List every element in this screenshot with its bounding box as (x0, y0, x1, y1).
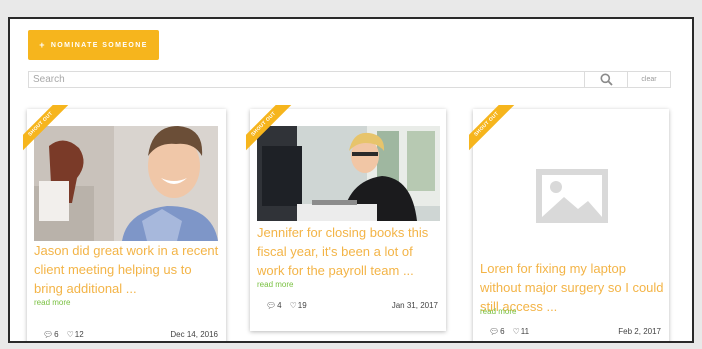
heart-icon[interactable]: ♡ (513, 327, 520, 336)
search-input[interactable] (29, 72, 584, 87)
shout-out-ribbon: SHOUT OUT (469, 105, 521, 157)
search-button[interactable] (584, 72, 627, 87)
shout-out-card[interactable]: SHOUT OUT Jennifer for closing books thi… (246, 105, 446, 331)
comment-icon[interactable]: 💬︎ (489, 327, 499, 336)
nominate-someone-button[interactable]: + NOMINATE SOMEONE (28, 30, 159, 60)
read-more-link[interactable]: read more (34, 298, 70, 307)
shout-out-ribbon: SHOUT OUT (23, 105, 75, 157)
comment-count: 4 (277, 301, 282, 310)
card-meta: 💬︎ 6 ♡ 12 Dec 14, 2016 (43, 330, 218, 339)
plus-icon: + (39, 40, 46, 50)
comment-count: 6 (54, 330, 59, 339)
card-date: Dec 14, 2016 (170, 330, 218, 339)
heart-icon[interactable]: ♡ (290, 301, 297, 310)
shout-out-card[interactable]: SHOUT OUT Loren for fixing my laptop wit… (469, 105, 669, 341)
read-more-link[interactable]: read more (257, 280, 293, 289)
like-count: 19 (297, 301, 307, 310)
read-more-link[interactable]: read more (480, 307, 516, 316)
card-description: Jason did great work in a recent client … (34, 243, 219, 296)
clear-button[interactable]: clear (627, 72, 670, 87)
card-meta: 💬︎ 6 ♡ 11 Feb 2, 2017 (489, 327, 661, 336)
card-date: Feb 2, 2017 (618, 327, 661, 336)
comment-icon[interactable]: 💬︎ (266, 301, 276, 310)
shout-out-ribbon: SHOUT OUT (246, 105, 298, 157)
card-meta: 💬︎ 4 ♡ 19 Jan 31, 2017 (266, 301, 438, 310)
like-count: 12 (74, 330, 84, 339)
search-bar: clear (28, 71, 671, 88)
search-icon (600, 73, 613, 86)
main-panel: + NOMINATE SOMEONE clear SHOUT OUT (8, 17, 694, 343)
card-date: Jan 31, 2017 (391, 301, 438, 310)
comment-count: 6 (500, 327, 505, 336)
nominate-label: NOMINATE SOMEONE (50, 41, 148, 49)
card-description: Jennifer for closing books this fiscal y… (257, 225, 429, 278)
like-count: 11 (520, 327, 530, 336)
heart-icon[interactable]: ♡ (67, 330, 74, 339)
shout-out-card[interactable]: SHOUT OUT Jason did great work in a rece… (23, 105, 226, 341)
comment-icon[interactable]: 💬︎ (43, 330, 53, 339)
